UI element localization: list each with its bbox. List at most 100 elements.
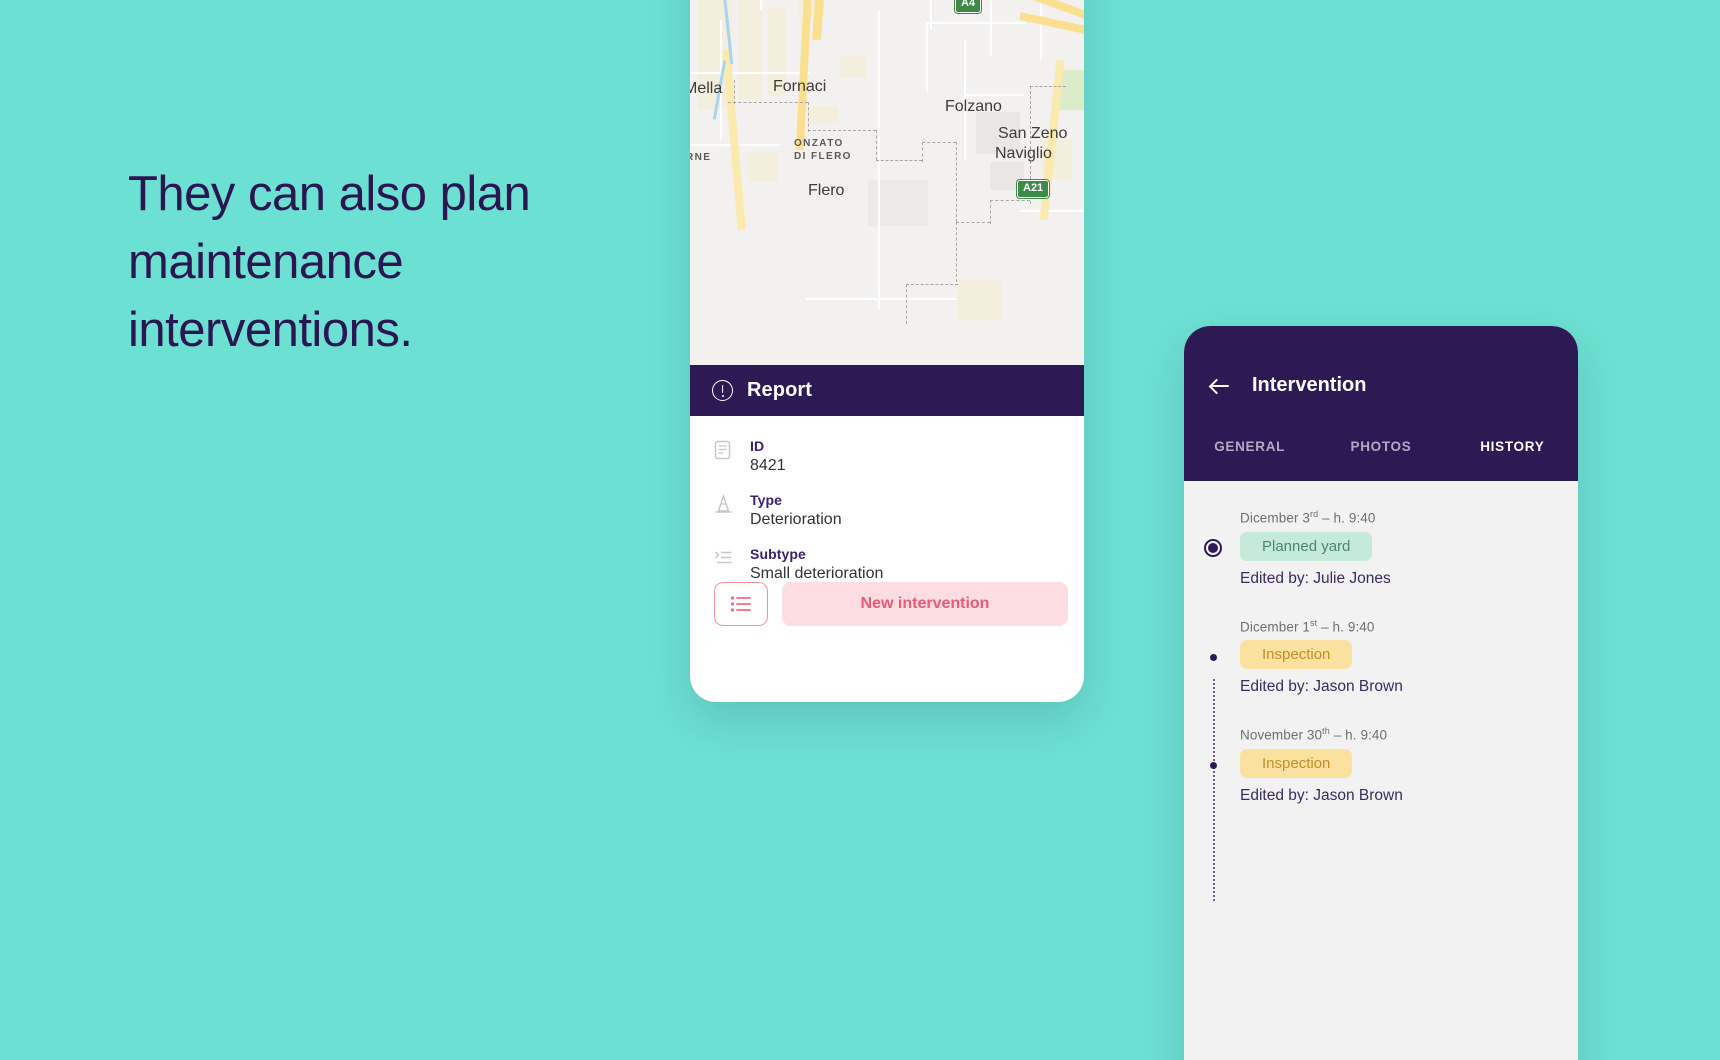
list-view-button[interactable] (714, 582, 768, 626)
page-root: They can also plan maintenance intervent… (0, 0, 1720, 1060)
tab-photos[interactable]: PHOTOS (1315, 439, 1446, 481)
list-icon (730, 596, 751, 612)
report-phone-card: CHIESANUOVA cadelle LAMARMORA Mella Forn… (690, 0, 1084, 702)
map-block (868, 180, 928, 226)
map-road (964, 94, 1024, 96)
status-badge: Planned yard (1240, 531, 1373, 561)
map-road (760, 0, 762, 10)
map-boundary (956, 222, 957, 282)
map-boundary (922, 142, 923, 162)
map-road (806, 298, 956, 300)
date-time: – h. 9:40 (1329, 727, 1388, 743)
map-label: Naviglio (995, 145, 1052, 162)
map-road (1020, 210, 1084, 212)
map-label: ONZATO (794, 138, 844, 149)
map-road (926, 22, 1026, 24)
alert-icon (712, 380, 733, 401)
map-highway (812, 0, 833, 41)
field-label: Subtype (750, 546, 806, 562)
list-indent-icon (714, 546, 736, 583)
map-boundary (808, 130, 876, 131)
map-road (690, 72, 810, 74)
map-road (926, 22, 928, 92)
field-value: Small deterioration (750, 565, 884, 582)
back-arrow-icon[interactable] (1210, 378, 1230, 394)
map-boundary (990, 200, 1030, 201)
timeline-editor: Edited by: Jason Brown (1240, 678, 1403, 695)
date-suffix: rd (1310, 509, 1319, 519)
map-label: RNE (690, 152, 712, 163)
map-boundary (1030, 86, 1066, 87)
tab-general[interactable]: GENERAL (1184, 439, 1315, 481)
map-view[interactable]: CHIESANUOVA cadelle LAMARMORA Mella Forn… (690, 0, 1084, 365)
timeline-editor: Edited by: Jason Brown (1240, 786, 1403, 804)
report-field-type: Type Deterioration (714, 492, 1060, 529)
map-label: Folzano (945, 98, 1002, 115)
map-block (738, 0, 762, 100)
map-shield-a21: A21 (1017, 180, 1050, 198)
map-block (840, 56, 866, 78)
date-time: – h. 9:40 (1318, 510, 1376, 526)
timeline-date: Dicember 1st – h. 9:40 (1240, 618, 1578, 635)
map-boundary (728, 102, 808, 103)
date-text: Dicember 3 (1240, 510, 1311, 526)
status-badge: Inspection (1240, 640, 1353, 669)
map-boundary (956, 222, 990, 223)
map-boundary (956, 142, 957, 222)
tab-history[interactable]: HISTORY (1447, 439, 1578, 481)
intervention-tabs: GENERAL PHOTOS HISTORY (1184, 439, 1578, 481)
map-boundary (876, 160, 922, 161)
map-block (958, 280, 1002, 320)
map-shield-a4: A4 (955, 0, 982, 13)
field-label: Type (750, 492, 783, 508)
map-road (1040, 0, 1042, 60)
map-boundary (922, 142, 956, 143)
timeline-marker-current (1204, 539, 1222, 557)
new-intervention-button[interactable]: New intervention (782, 582, 1068, 626)
timeline-entry: Dicember 1st – h. 9:40 Inspection Edited… (1184, 618, 1578, 697)
map-label: Mella (690, 80, 723, 97)
map-boundary (734, 80, 735, 104)
report-fields: ID 8421 Type Deterioration Subtype Small… (690, 416, 1084, 582)
map-label: Flero (808, 182, 845, 199)
report-actions: New intervention (714, 582, 1068, 626)
map-boundary (876, 130, 877, 160)
timeline-entry: Dicember 3rd – h. 9:40 Planned yard Edit… (1184, 509, 1578, 588)
date-time: – h. 9:40 (1317, 619, 1375, 634)
report-field-subtype: Subtype Small deterioration (714, 546, 1060, 583)
history-timeline: Dicember 3rd – h. 9:40 Planned yard Edit… (1184, 481, 1578, 1060)
map-road (990, 0, 992, 56)
status-badge: Inspection (1240, 748, 1353, 778)
document-icon (714, 438, 736, 475)
map-label: Fornaci (773, 78, 827, 95)
field-value: Deterioration (750, 511, 842, 528)
intervention-titlebar: Intervention (1210, 374, 1366, 397)
date-text: Dicember 1 (1240, 619, 1311, 634)
timeline-date: November 30th – h. 9:40 (1240, 726, 1578, 743)
report-title: Report (747, 379, 813, 401)
timeline-marker (1209, 762, 1217, 769)
timeline-editor: Edited by: Julie Jones (1240, 569, 1391, 587)
map-highway (1019, 12, 1084, 37)
timeline-date: Dicember 3rd – h. 9:40 (1240, 509, 1578, 526)
map-boundary (906, 284, 907, 324)
intervention-title: Intervention (1252, 374, 1367, 396)
traffic-cone-icon (714, 492, 736, 529)
report-field-id: ID 8421 (714, 438, 1060, 475)
page-headline: They can also plan maintenance intervent… (128, 167, 531, 357)
map-label: San Zeno (998, 125, 1068, 142)
map-road (930, 0, 932, 30)
map-label: DI FLERO (794, 151, 852, 162)
map-boundary (906, 284, 958, 285)
field-label: ID (750, 438, 765, 454)
map-boundary (990, 200, 991, 224)
map-block (808, 106, 838, 124)
intervention-header: Intervention GENERAL PHOTOS HISTORY (1184, 326, 1578, 481)
timeline-entry: November 30th – h. 9:40 Inspection Edite… (1184, 726, 1578, 805)
intervention-phone-card: Intervention GENERAL PHOTOS HISTORY Dice… (1184, 326, 1578, 1060)
date-text: November 30 (1240, 727, 1323, 743)
timeline-marker (1209, 653, 1217, 661)
date-suffix: th (1322, 726, 1330, 736)
report-header: Report (690, 365, 1084, 416)
map-block (748, 152, 778, 182)
